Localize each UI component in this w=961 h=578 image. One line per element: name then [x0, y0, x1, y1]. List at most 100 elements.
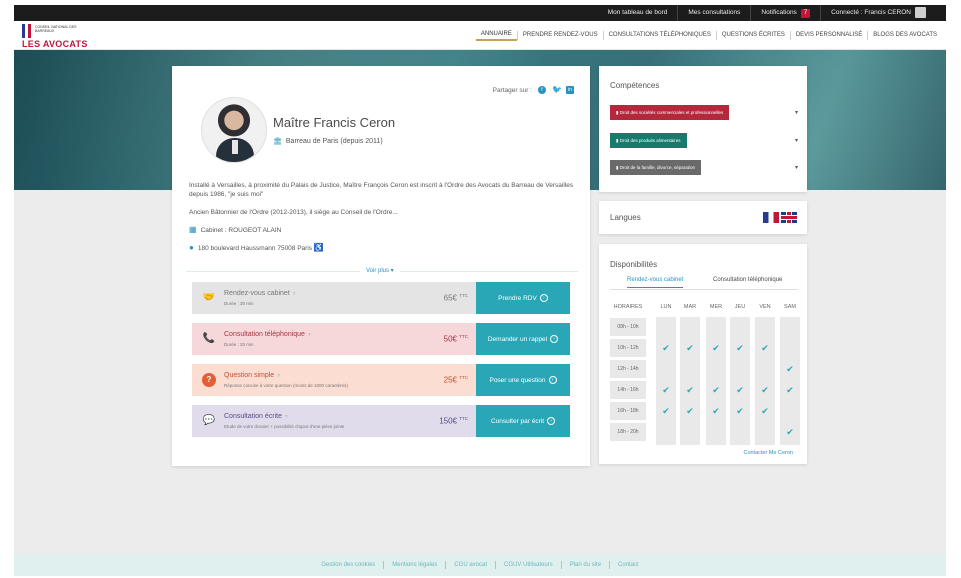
chevron-right-icon: ›: [539, 294, 548, 302]
disponibilites-card: Disponibilités Rendez-vous cabinet Consu…: [599, 244, 807, 464]
available-check-icon[interactable]: ✔: [780, 360, 800, 378]
chevron-right-icon: ›: [547, 417, 556, 425]
price-value: 50€: [443, 334, 458, 344]
nav-blogs[interactable]: BLOGS DES AVOCATS: [867, 31, 942, 40]
available-check-icon[interactable]: ✔: [706, 339, 726, 357]
service-title: Question simple?: [224, 372, 280, 379]
location-pin-icon: ●: [189, 243, 194, 252]
account-label: Connecté : Francis CERON: [831, 9, 911, 16]
help-icon[interactable]: ?: [285, 414, 288, 419]
bar-info: 🏛 Barreau de Paris (depuis 2011): [273, 137, 383, 145]
dashboard-link[interactable]: Mon tableau de bord: [598, 5, 678, 21]
facebook-icon[interactable]: f: [538, 86, 546, 94]
chevron-right-icon: ›: [548, 376, 557, 384]
service-title: Consultation écrite?: [224, 413, 288, 420]
service-duration: Durée : 30 min: [224, 301, 254, 306]
footer-mentions-link[interactable]: Mentions légales: [383, 561, 445, 569]
button-label: Poser une question: [489, 376, 546, 384]
service-price: 50€ TTC: [444, 334, 468, 344]
available-check-icon[interactable]: ✔: [780, 423, 800, 441]
nav-rendez-vous[interactable]: PRENDRE RENDEZ-VOUS: [516, 31, 603, 40]
site-logo[interactable]: CONSEIL NATIONAL DES BARREAUX LES AVOCAT…: [22, 24, 102, 49]
bar-label: Barreau de Paris (depuis 2011): [285, 138, 383, 145]
available-check-icon[interactable]: ✔: [680, 402, 700, 420]
voir-plus-link[interactable]: Voir plus ▾: [360, 267, 400, 274]
chevron-down-icon[interactable]: ▾: [795, 164, 798, 171]
help-icon[interactable]: ?: [308, 332, 311, 337]
lawyer-name: Maître Francis Ceron: [273, 115, 396, 130]
service-price: 65€ TTC: [444, 293, 468, 303]
available-check-icon[interactable]: ✔: [706, 402, 726, 420]
nav-devis[interactable]: DEVIS PERSONNALISÉ: [789, 31, 867, 40]
available-check-icon[interactable]: ✔: [780, 381, 800, 399]
competences-card: Compétences ▮ Droit des sociétés commerc…: [599, 66, 807, 192]
service-body: 🤝 Rendez-vous cabinet? Durée : 30 min 65…: [192, 282, 476, 314]
account-link[interactable]: Connecté : Francis CERON: [820, 5, 936, 21]
price-ttc: TTC: [459, 416, 468, 421]
available-check-icon[interactable]: ✔: [680, 339, 700, 357]
cabinet-info: ▦ Cabinet : ROUGEOT ALAIN: [189, 225, 281, 234]
available-check-icon[interactable]: ✔: [755, 339, 775, 357]
available-check-icon[interactable]: ✔: [730, 339, 750, 357]
consultations-link[interactable]: Mes consultations: [677, 5, 750, 21]
hour-slot-label: 10h - 12h: [610, 339, 646, 357]
footer-contact-link[interactable]: Contact: [609, 561, 647, 569]
competence-item[interactable]: ▮ Droit des sociétés commerciales et pro…: [610, 103, 798, 122]
available-check-icon[interactable]: ✔: [755, 402, 775, 420]
lawyer-photo: [201, 97, 267, 163]
available-check-icon[interactable]: ✔: [656, 381, 676, 399]
service-title: Consultation téléphonique?: [224, 331, 310, 338]
address-label: 180 boulevard Haussmann 75008 Paris: [197, 245, 313, 252]
notifications-label: Notifications: [761, 9, 797, 16]
tab-consultation-telephonique[interactable]: Consultation téléphonique: [713, 277, 782, 283]
hour-slot-label: 16h - 18h: [610, 402, 646, 420]
photo-shirt: [232, 140, 238, 154]
building-icon: ▦: [189, 225, 197, 234]
competence-item[interactable]: ▮ Droit de la famille, divorce, séparati…: [610, 158, 798, 177]
demander-rappel-button[interactable]: Demander un rappel ›: [476, 323, 570, 355]
hour-slot-label: 08h - 10h: [610, 318, 646, 336]
available-check-icon[interactable]: ✔: [730, 402, 750, 420]
question-icon: ?: [202, 373, 216, 387]
contact-lawyer-link[interactable]: Contacter Me Ceron: [743, 450, 793, 456]
share-bar: Partager sur : f 🐦 in: [493, 86, 574, 94]
notifications-link[interactable]: Notifications 7: [750, 5, 820, 21]
help-icon[interactable]: ?: [277, 373, 280, 378]
competence-item[interactable]: ▮ Droit des produits alimentaires ▾: [610, 131, 798, 150]
grid-header-horaires: HORAIRES: [613, 304, 643, 310]
service-question-simple: ? Question simple? Réponse concise à vot…: [192, 364, 570, 396]
competence-tag: ▮ Droit des produits alimentaires: [610, 133, 687, 148]
tab-rendez-vous-cabinet[interactable]: Rendez-vous cabinet: [627, 277, 684, 288]
nav-consultations-telephoniques[interactable]: CONSULTATIONS TÉLÉPHONIQUES: [602, 31, 716, 40]
available-check-icon[interactable]: ✔: [680, 381, 700, 399]
available-check-icon[interactable]: ✔: [730, 381, 750, 399]
available-check-icon[interactable]: ✔: [706, 381, 726, 399]
handshake-icon: 🤝: [202, 292, 216, 303]
competence-label: Droit des produits alimentaires: [619, 138, 681, 143]
grid-header-day: MER: [709, 304, 723, 310]
consulter-ecrit-button[interactable]: Consulter par écrit ›: [476, 405, 570, 437]
chevron-down-icon[interactable]: ▾: [795, 109, 798, 116]
footer-cguv-link[interactable]: CGUV Utilisateurs: [495, 561, 561, 569]
disponibilites-title: Disponibilités: [610, 260, 658, 269]
bio-summary: Ancien Bâtonnier de l'Ordre (2012-2013),…: [189, 209, 398, 216]
footer-plan-link[interactable]: Plan du site: [560, 561, 609, 569]
footer-cookies-link[interactable]: Gestion des cookies: [313, 561, 383, 569]
competence-tag: ▮ Droit de la famille, divorce, séparati…: [610, 160, 702, 175]
prendre-rdv-button[interactable]: Prendre RDV ›: [476, 282, 570, 314]
linkedin-icon[interactable]: in: [566, 86, 574, 94]
service-rendez-vous: 🤝 Rendez-vous cabinet? Durée : 30 min 65…: [192, 282, 570, 314]
available-check-icon[interactable]: ✔: [656, 402, 676, 420]
button-label: Demander un rappel: [487, 335, 548, 343]
twitter-icon[interactable]: 🐦: [552, 86, 562, 94]
nav-annuaire[interactable]: ANNUAIRE: [476, 30, 517, 41]
help-icon[interactable]: ?: [293, 291, 296, 296]
available-check-icon[interactable]: ✔: [755, 381, 775, 399]
footer-cgu-avocat-link[interactable]: CGU avocat: [445, 561, 495, 569]
button-label: Consulter par écrit: [490, 417, 545, 425]
poser-question-button[interactable]: Poser une question ›: [476, 364, 570, 396]
chevron-down-icon[interactable]: ▾: [795, 137, 798, 144]
available-check-icon[interactable]: ✔: [656, 339, 676, 357]
service-consultation-ecrite: 💬 Consultation écrite? Etude de votre do…: [192, 405, 570, 437]
nav-questions-ecrites[interactable]: QUESTIONS ÉCRITES: [715, 31, 790, 40]
